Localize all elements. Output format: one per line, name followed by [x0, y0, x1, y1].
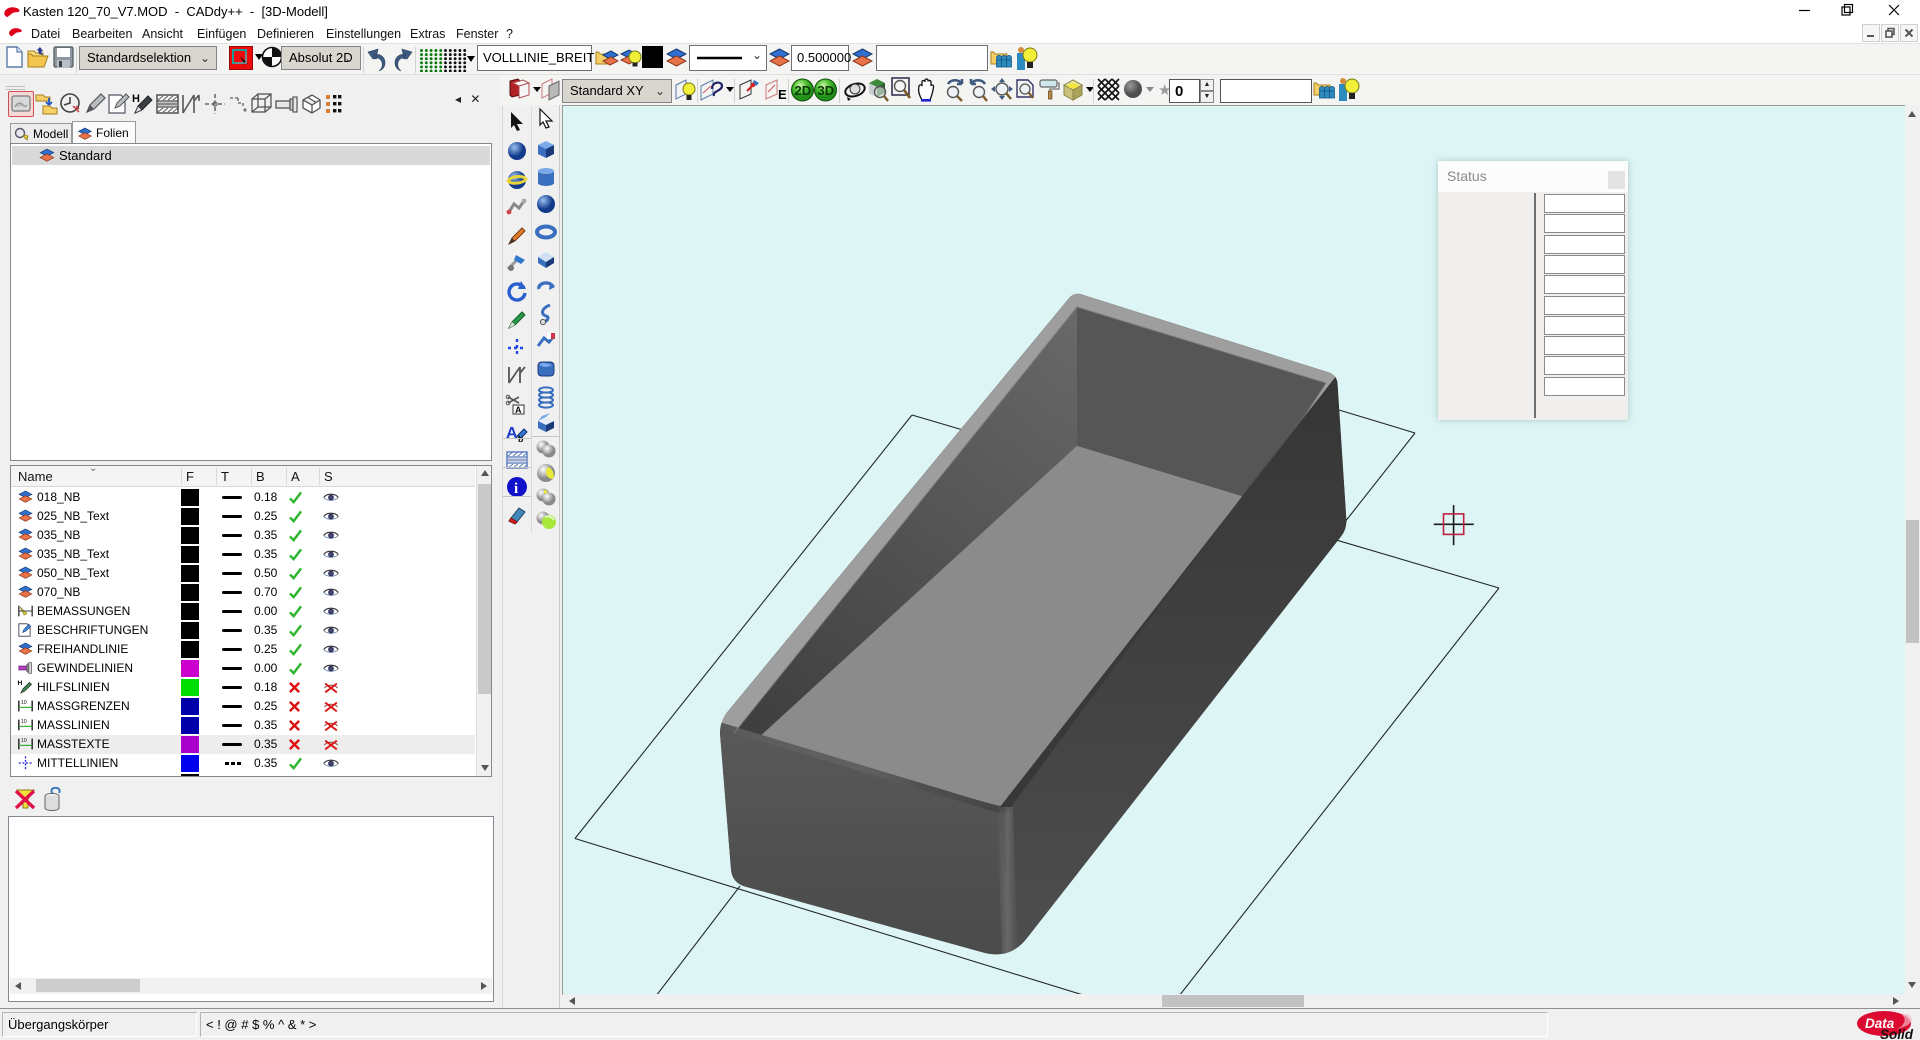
svg-text:E: E: [778, 87, 787, 102]
svg-text:i: i: [514, 481, 518, 497]
svg-text:A: A: [506, 425, 518, 442]
svg-text:Solid: Solid: [1880, 1027, 1914, 1040]
svg-text:A: A: [515, 405, 522, 415]
svg-text:b: b: [518, 434, 524, 444]
svg-text:10: 10: [21, 719, 27, 725]
svg-text:10: 10: [21, 700, 27, 706]
svg-text:2D: 2D: [795, 83, 812, 98]
svg-text:H: H: [132, 93, 140, 105]
svg-text:10: 10: [21, 738, 27, 744]
svg-text:3D: 3D: [818, 83, 835, 98]
svg-text:H: H: [18, 680, 23, 687]
